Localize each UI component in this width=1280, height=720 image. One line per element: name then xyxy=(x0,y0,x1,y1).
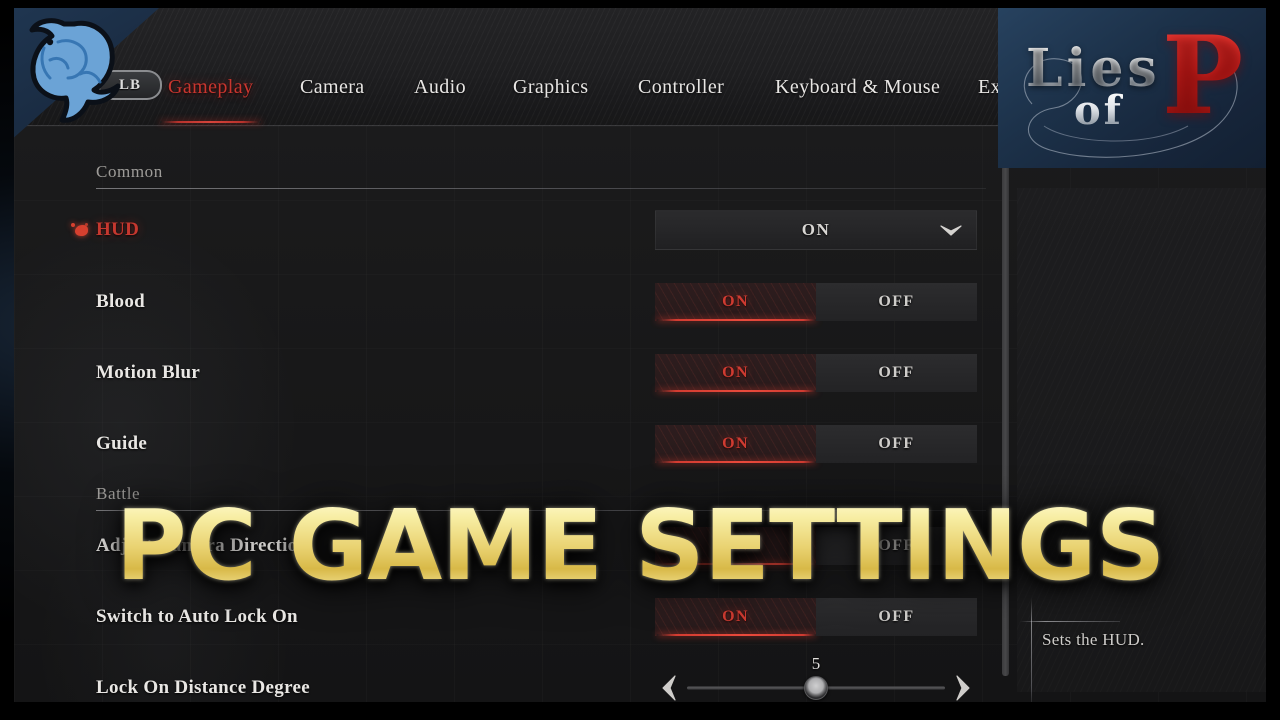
channel-mascot xyxy=(14,8,168,150)
lies-of-p-logo: Lies of P xyxy=(998,8,1266,168)
game-screenshot: Gameplay Camera Audio Graphics Controller Key… xyxy=(14,8,1266,702)
section-header-battle: Battle xyxy=(96,484,986,511)
selection-cursor-icon xyxy=(71,223,89,237)
setting-control-hud: ON xyxy=(655,210,977,250)
toggle-option-off[interactable]: OFF xyxy=(816,425,977,463)
blue-creature-icon xyxy=(29,18,121,123)
tab-keyboard-mouse[interactable]: Keyboard & Mouse xyxy=(773,76,942,99)
tab-graphics[interactable]: Graphics xyxy=(511,76,590,99)
description-vertical-rule xyxy=(1031,598,1032,702)
tab-controller[interactable]: Controller xyxy=(636,76,726,99)
toggle-option-off[interactable]: OFF xyxy=(816,598,977,636)
toggle-guide[interactable]: ON OFF xyxy=(655,425,977,463)
section-header-label: Battle xyxy=(96,484,141,503)
settings-scrollbar[interactable] xyxy=(1002,166,1009,676)
arrow-right-icon[interactable] xyxy=(953,675,973,701)
setting-label-blood: Blood xyxy=(96,291,146,312)
dropdown-hud[interactable]: ON xyxy=(655,210,977,250)
toggle-option-off[interactable]: OFF xyxy=(816,283,977,321)
setting-label-guide: Guide xyxy=(96,433,148,454)
toggle-switch-to-auto-lock-on[interactable]: ON OFF xyxy=(655,598,977,636)
tab-audio[interactable]: Audio xyxy=(412,76,468,99)
setting-label-hud: HUD xyxy=(96,219,140,240)
toggle-option-off[interactable]: OFF xyxy=(816,527,977,565)
setting-control-guide: ON OFF xyxy=(655,425,977,463)
toggle-adjust-camera-direction[interactable]: ON OFF xyxy=(655,527,977,565)
toggle-option-on[interactable]: ON xyxy=(655,354,816,392)
logo-of-text: of xyxy=(1074,87,1124,134)
chevron-down-icon[interactable] xyxy=(940,224,962,236)
section-divider xyxy=(96,188,986,189)
dropdown-value: ON xyxy=(801,220,831,239)
toggle-motion-blur[interactable]: ON OFF xyxy=(655,354,977,392)
section-header-label: Common xyxy=(96,162,163,181)
logo-artwork: Lies of P xyxy=(998,8,1266,168)
toggle-option-off[interactable]: OFF xyxy=(816,354,977,392)
setting-control-blood: ON OFF xyxy=(655,283,977,321)
toggle-option-on[interactable]: ON xyxy=(655,425,816,463)
description-panel xyxy=(1017,188,1266,692)
arrow-left-icon[interactable] xyxy=(659,675,679,701)
setting-control-adjust-camera-direction: ON OFF xyxy=(655,527,977,565)
setting-label-switch-to-auto-lock-on: Switch to Auto Lock On xyxy=(96,606,298,627)
setting-label-lock-on-distance-degree: Lock On Distance Degree xyxy=(96,677,310,698)
toggle-option-on[interactable]: ON xyxy=(655,527,816,565)
toggle-option-on[interactable]: ON xyxy=(655,598,816,636)
setting-control-lock-on-distance-degree: 5 xyxy=(655,654,977,702)
slider-lock-on-distance-degree[interactable]: 5 xyxy=(655,654,977,702)
section-header-common: Common xyxy=(96,162,986,189)
toggle-option-on[interactable]: ON xyxy=(655,283,816,321)
slider-value: 5 xyxy=(811,654,821,673)
section-divider xyxy=(96,510,986,511)
setting-label-motion-blur: Motion Blur xyxy=(96,362,201,383)
mascot-eye xyxy=(46,38,54,46)
description-horizontal-rule xyxy=(1020,621,1120,622)
logo-p-accent: P xyxy=(1162,13,1244,139)
description-text: Sets the HUD. xyxy=(1042,630,1145,649)
setting-control-motion-blur: ON OFF xyxy=(655,354,977,392)
tab-gameplay[interactable]: Gameplay xyxy=(159,76,262,123)
setting-label-adjust-camera-direction: Adjust Camera Direction xyxy=(96,535,309,556)
slider-knob[interactable] xyxy=(804,676,828,700)
setting-control-switch-to-auto-lock-on: ON OFF xyxy=(655,598,977,636)
toggle-blood[interactable]: ON OFF xyxy=(655,283,977,321)
tab-camera[interactable]: Camera xyxy=(298,76,367,99)
